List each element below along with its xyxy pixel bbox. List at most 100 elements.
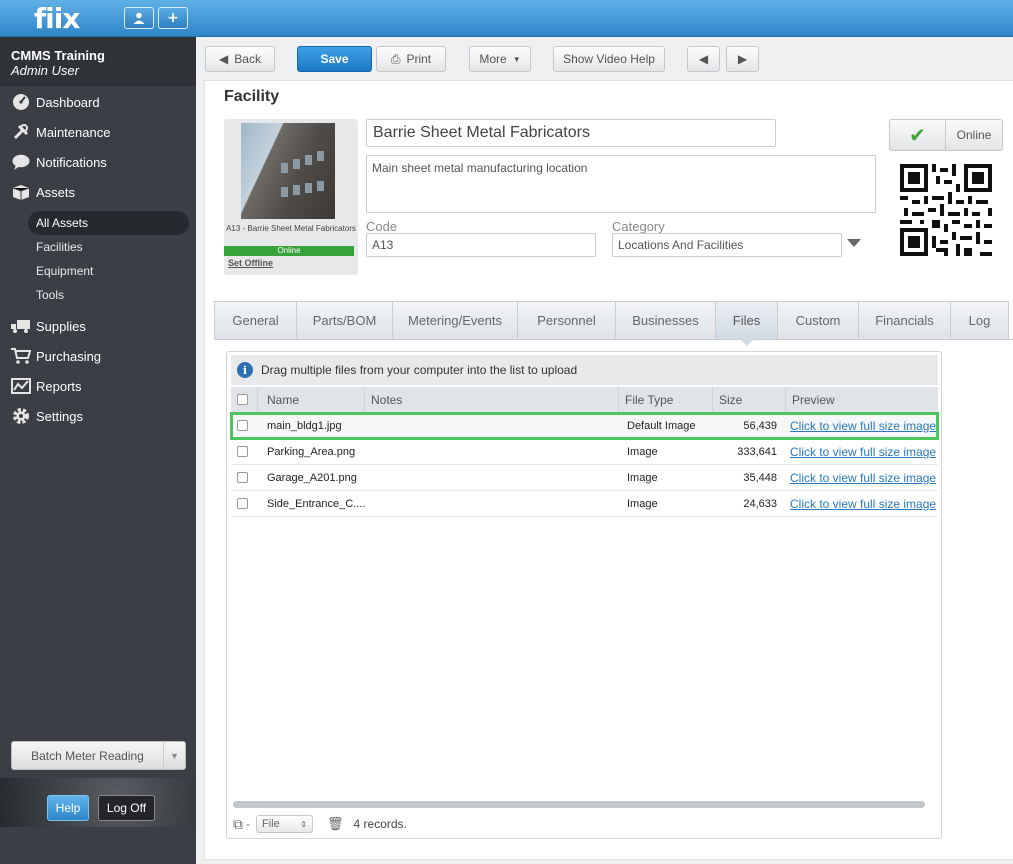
batch-label: Batch Meter Reading [31,748,144,763]
trash-icon[interactable]: 🗑 [327,816,344,832]
more-button[interactable]: More ▼ [469,46,531,72]
preview-link[interactable]: Click to view full size image [790,445,936,459]
sub-item-tools[interactable]: Tools [0,283,196,307]
fiix-logo[interactable]: fiix [34,2,80,35]
column-size[interactable]: Size [713,387,786,412]
add-new-button[interactable]: + [158,7,188,29]
caret-down-icon: ▼ [512,54,521,64]
info-icon: i [237,362,253,378]
online-status-toggle[interactable]: ✔ Online [889,119,1003,151]
file-notes [365,465,619,491]
dashboard-icon [11,93,31,111]
table-row[interactable]: Parking_Area.png Image 333,641 Click to … [231,439,938,465]
boxes-icon [11,183,31,201]
dash-separator: - [246,817,250,831]
file-size: 24,633 [743,497,777,510]
nav-label: Notifications [36,154,107,170]
table-row[interactable]: main_bldg1.jpg Default Image 56,439 Clic… [230,412,939,440]
toolbar: ◀ Back Save ⎙ Print More ▼ Show Video Help … [196,37,1013,80]
record-tabs: General Parts/BOM Metering/Events Person… [214,301,1013,346]
chevron-down-icon[interactable] [847,239,861,247]
top-bar: fiix + [0,0,1013,37]
status-label: Online [956,128,992,142]
tab-general[interactable]: General [214,301,296,340]
row-checkbox[interactable] [237,472,248,483]
org-info: CMMS Training Admin User [0,37,196,86]
table-row[interactable]: Side_Entrance_C.... Image 24,633 Click t… [231,491,938,517]
org-name: CMMS Training [11,48,105,63]
print-button[interactable]: ⎙ Print [376,46,446,72]
sub-item-equipment[interactable]: Equipment [0,259,196,283]
select-all-cell [231,387,258,412]
record-count: 4 records. [353,817,407,831]
file-size: 333,641 [737,445,777,458]
column-name[interactable]: Name [258,387,365,412]
nav-supplies[interactable]: Supplies [0,311,196,341]
truck-icon [11,317,31,335]
tab-log[interactable]: Log [950,301,1009,340]
user-role: Admin User [11,63,79,78]
cart-icon [11,347,31,365]
nav-settings[interactable]: Settings [0,401,196,431]
file-type: Image [627,471,658,484]
row-checkbox[interactable] [237,446,248,457]
tab-metering-events[interactable]: Metering/Events [392,301,517,340]
column-notes[interactable]: Notes [365,387,619,412]
add-file-icon[interactable]: ⧉ [233,816,243,833]
file-size: 56,439 [743,419,777,432]
show-video-help-button[interactable]: Show Video Help [553,46,665,72]
status-badge: Online [224,246,354,256]
back-button[interactable]: ◀ Back [205,46,275,72]
nav-label: Settings [36,408,83,424]
tab-financials[interactable]: Financials [858,301,950,340]
column-file-type[interactable]: File Type [619,387,713,412]
nav-dashboard[interactable]: Dashboard [0,87,196,117]
preview-link[interactable]: Click to view full size image [790,471,936,485]
horizontal-scrollbar[interactable] [233,801,925,808]
code-field[interactable]: A13 [366,233,596,257]
sidebar: CMMS Training Admin User Dashboard Maint… [0,37,196,864]
tab-custom[interactable]: Custom [777,301,858,340]
tab-businesses[interactable]: Businesses [615,301,715,340]
files-table-body: main_bldg1.jpg Default Image 56,439 Clic… [230,412,939,517]
file-filter-select[interactable]: File ⇕ [256,815,313,833]
tab-files[interactable]: Files [715,301,777,346]
set-offline-link[interactable]: Set Offline [228,258,273,268]
table-row[interactable]: Garage_A201.png Image 35,448 Click to vi… [231,465,938,491]
chevron-down-icon[interactable]: ▼ [163,742,185,769]
previous-record-button[interactable]: ◀ [687,46,720,72]
next-record-button[interactable]: ▶ [726,46,759,72]
preview-link[interactable]: Click to view full size image [790,419,936,433]
description-field[interactable]: Main sheet metal manufacturing location [366,155,876,213]
nav-label: Supplies [36,318,86,334]
tab-personnel[interactable]: Personnel [517,301,615,340]
save-button[interactable]: Save [297,46,372,72]
nav-assets[interactable]: Assets [0,177,196,207]
nav-maintenance[interactable]: Maintenance [0,117,196,147]
secondary-nav: Supplies Purchasing Reports Settings [0,311,196,431]
batch-meter-reading-button[interactable]: Batch Meter Reading ▼ [11,741,186,770]
facility-name-field[interactable]: Barrie Sheet Metal Fabricators [366,119,776,147]
facility-photo[interactable] [241,123,335,219]
nav-purchasing[interactable]: Purchasing [0,341,196,371]
files-footer: ⧉ - File ⇕ 🗑 4 records. [233,812,933,836]
file-type: Image [627,497,658,510]
sub-item-facilities[interactable]: Facilities [0,235,196,259]
file-notes [365,491,619,517]
row-checkbox[interactable] [237,498,248,509]
sub-item-all-assets[interactable]: All Assets [28,211,189,235]
preview-link[interactable]: Click to view full size image [790,497,936,511]
tab-parts-bom[interactable]: Parts/BOM [296,301,392,340]
category-select[interactable]: Locations And Facilities [612,233,842,257]
select-all-checkbox[interactable] [237,394,248,405]
log-off-button[interactable]: Log Off [98,795,155,821]
nav-label: Purchasing [36,348,102,364]
row-checkbox[interactable] [237,420,248,431]
arrow-left-icon: ◀ [698,52,709,66]
column-preview[interactable]: Preview [786,387,938,412]
nav-notifications[interactable]: Notifications [0,147,196,177]
help-button[interactable]: Help [47,795,89,821]
user-profile-button[interactable] [124,7,154,29]
nav-reports[interactable]: Reports [0,371,196,401]
facility-image-card: A13 - Barrie Sheet Metal Fabricators Onl… [224,119,358,275]
